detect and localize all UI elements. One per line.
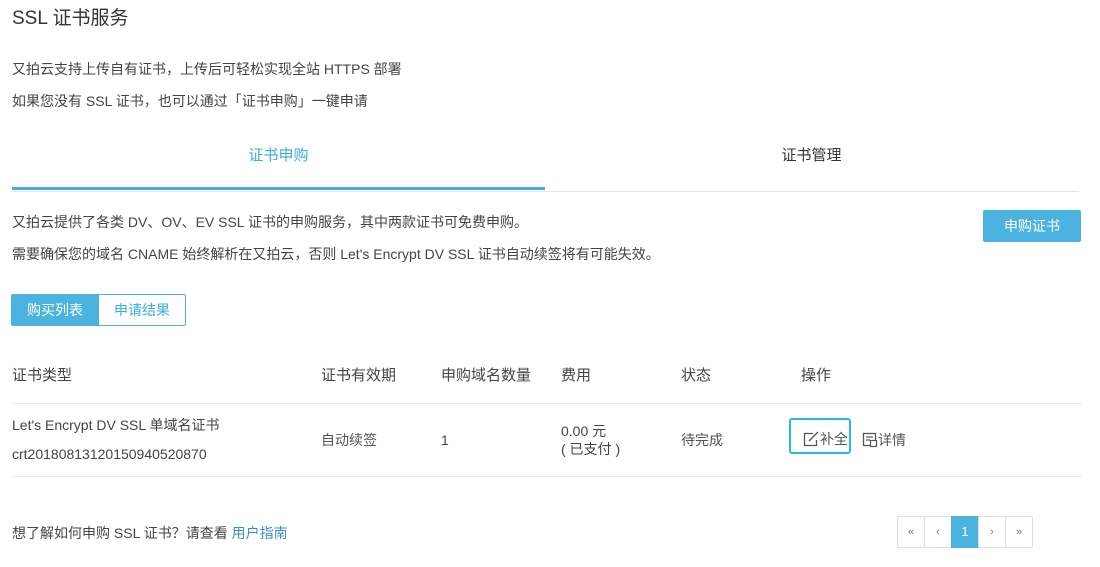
detail-button[interactable]: 详情: [862, 430, 906, 450]
certificate-validity: 自动续签: [321, 432, 377, 448]
footer-help: 想了解如何申购 SSL 证书？请查看 用户指南: [12, 523, 288, 543]
description-line-1: 又拍云提供了各类 DV、OV、EV SSL 证书的申购服务，其中两款证书可免费申…: [12, 214, 528, 230]
edit-icon: [803, 430, 820, 448]
pagination-prev-button[interactable]: ‹: [924, 516, 952, 548]
tab-certificate-management[interactable]: 证书管理: [545, 127, 1078, 189]
apply-certificate-button[interactable]: 申购证书: [983, 210, 1081, 242]
table-bottom-divider: [12, 476, 1081, 477]
column-header-domain-count: 申购域名数量: [441, 367, 532, 384]
intro-line-1: 又拍云支持上传自有证书，上传后可轻松实现全站 HTTPS 部署: [12, 61, 402, 77]
fee-status: ( 已支付 ): [561, 441, 621, 457]
tab-bar: 证书申购 证书管理: [12, 127, 1079, 192]
table-divider: [12, 403, 1081, 404]
column-header-validity: 证书有效期: [321, 367, 397, 384]
pagination-page-1[interactable]: 1: [951, 516, 979, 548]
supplement-button-content: 补全: [803, 429, 848, 449]
detail-label: 详情: [878, 432, 906, 448]
pagination-first-button[interactable]: «: [897, 516, 925, 548]
list-segment-control: 购买列表 申请结果: [11, 294, 186, 326]
column-header-actions: 操作: [801, 367, 832, 384]
certificate-type: Let's Encrypt DV SSL 单域名证书: [12, 417, 220, 433]
intro-line-2: 如果您没有 SSL 证书，也可以通过「证书申购」一键申请: [12, 93, 368, 109]
fee-amount: 0.00 元: [561, 423, 607, 439]
supplement-button[interactable]: 补全: [789, 418, 851, 454]
tab-certificate-purchase[interactable]: 证书申购: [12, 127, 545, 190]
pagination: « ‹ 1 › »: [897, 516, 1033, 548]
column-header-type: 证书类型: [12, 367, 73, 384]
certificate-order-id: crt20180813120150940520870: [12, 446, 207, 462]
description-line-2: 需要确保您的域名 CNAME 始终解析在又拍云，否则 Let's Encrypt…: [12, 246, 660, 262]
pagination-next-button[interactable]: ›: [978, 516, 1006, 548]
certificate-status: 待完成: [681, 432, 723, 448]
user-guide-link[interactable]: 用户指南: [232, 525, 288, 541]
segment-purchase-list[interactable]: 购买列表: [11, 294, 99, 326]
column-header-fee: 费用: [561, 367, 592, 384]
column-header-status: 状态: [681, 367, 712, 384]
ssl-certificate-page: SSL 证书服务 又拍云支持上传自有证书，上传后可轻松实现全站 HTTPS 部署…: [0, 0, 1100, 567]
page-title: SSL 证书服务: [12, 8, 129, 29]
pagination-last-button[interactable]: »: [1005, 516, 1033, 548]
segment-application-results[interactable]: 申请结果: [99, 294, 186, 326]
document-icon: [862, 432, 878, 448]
domain-count: 1: [441, 432, 449, 448]
footer-help-text: 想了解如何申购 SSL 证书？请查看: [12, 525, 228, 541]
supplement-label: 补全: [820, 431, 848, 447]
